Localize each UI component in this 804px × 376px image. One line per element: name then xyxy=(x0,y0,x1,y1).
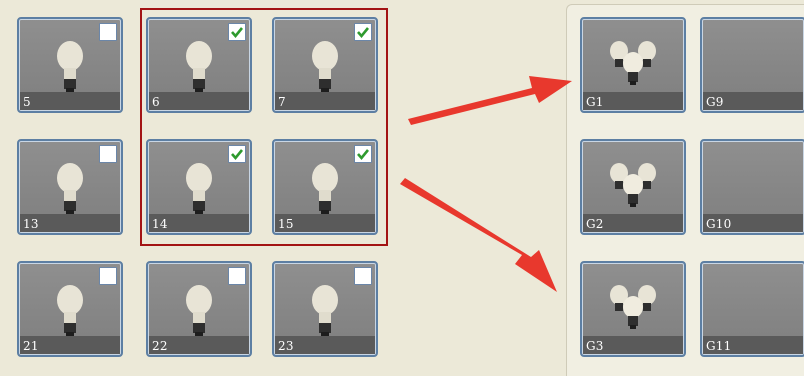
group-label: G9 xyxy=(706,95,724,109)
light-tile-14[interactable]: 14 xyxy=(146,139,252,235)
light-tile-15[interactable]: 15 xyxy=(272,139,378,235)
group-tile-g2[interactable]: G2 xyxy=(580,139,686,235)
label-bar xyxy=(275,92,375,110)
light-label: 5 xyxy=(23,95,31,109)
light-label: 7 xyxy=(278,95,286,109)
light-label: 15 xyxy=(278,217,294,231)
light-label: 21 xyxy=(23,339,39,353)
tile-checkbox[interactable] xyxy=(228,23,246,41)
group-tile-g1[interactable]: G1 xyxy=(580,17,686,113)
group-label: G10 xyxy=(706,217,732,231)
tile-checkbox[interactable] xyxy=(354,267,372,285)
group-tile-g3[interactable]: G3 xyxy=(580,261,686,357)
group-tile-g9[interactable]: G9 xyxy=(700,17,804,113)
tile-checkbox[interactable] xyxy=(228,145,246,163)
tile-checkbox[interactable] xyxy=(99,23,117,41)
group-label: G3 xyxy=(586,339,604,353)
light-label: 23 xyxy=(278,339,294,353)
checkmark-icon xyxy=(357,27,370,39)
tile-checkbox[interactable] xyxy=(354,23,372,41)
group-label: G1 xyxy=(586,95,604,109)
checkmark-icon xyxy=(231,27,244,39)
group-tile-g10[interactable]: G10 xyxy=(700,139,804,235)
light-label: 14 xyxy=(152,217,168,231)
light-label: 13 xyxy=(23,217,39,231)
light-tile-23[interactable]: 23 xyxy=(272,261,378,357)
tile-checkbox[interactable] xyxy=(228,267,246,285)
light-tile-21[interactable]: 21 xyxy=(17,261,123,357)
label-bar xyxy=(149,92,249,110)
tile-checkbox[interactable] xyxy=(99,145,117,163)
bulb-group-icon xyxy=(607,281,659,343)
lights-panel: 5 6 7 13 14 15 21 22 23 xyxy=(0,0,560,376)
light-tile-22[interactable]: 22 xyxy=(146,261,252,357)
light-label: 6 xyxy=(152,95,160,109)
light-tile-13[interactable]: 13 xyxy=(17,139,123,235)
tile-checkbox[interactable] xyxy=(354,145,372,163)
bulb-group-icon xyxy=(607,37,659,99)
tile-checkbox[interactable] xyxy=(99,267,117,285)
checkmark-icon xyxy=(357,149,370,161)
bulb-group-icon xyxy=(607,159,659,221)
light-tile-7[interactable]: 7 xyxy=(272,17,378,113)
light-label: 22 xyxy=(152,339,168,353)
group-label: G11 xyxy=(706,339,732,353)
light-tile-6[interactable]: 6 xyxy=(146,17,252,113)
group-tile-g11[interactable]: G11 xyxy=(700,261,804,357)
group-label: G2 xyxy=(586,217,604,231)
light-tile-5[interactable]: 5 xyxy=(17,17,123,113)
label-bar xyxy=(20,92,120,110)
checkmark-icon xyxy=(231,149,244,161)
